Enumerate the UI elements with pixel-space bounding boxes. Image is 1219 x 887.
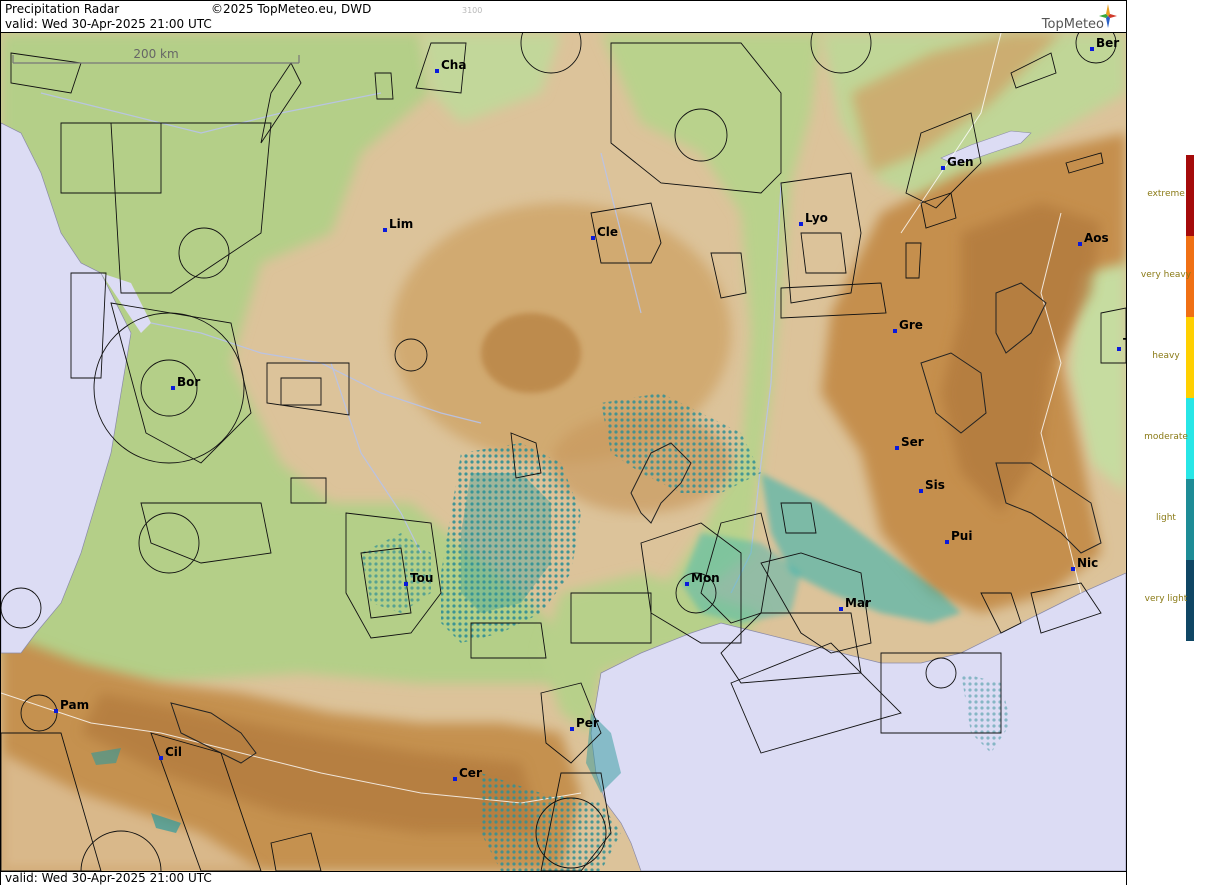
cantal-peak	[481, 313, 581, 393]
footer-valid-time: valid: Wed 30-Apr-2025 21:00 UTC	[5, 871, 212, 885]
city-label: Cle	[597, 225, 618, 239]
city-dot	[591, 236, 595, 240]
city-label: Per	[576, 716, 599, 730]
legend-label: moderate	[1144, 432, 1188, 442]
city-dot	[1071, 567, 1075, 571]
map-canvas: 200 km Cha Ber Gen Lim Cle Lyo Aos Gre T Bor Ser Si…	[1, 33, 1126, 871]
city-label: Lyo	[805, 211, 828, 225]
city-dot	[919, 489, 923, 493]
city-dot	[159, 756, 163, 760]
city-dot	[895, 446, 899, 450]
city-dot	[839, 607, 843, 611]
legend-label: heavy	[1152, 351, 1180, 361]
scale-label: 200 km	[133, 47, 178, 61]
map-header: Precipitation Radar ©2025 TopMeteo.eu, D…	[1, 1, 1126, 33]
logo-text: TopMeteo	[1041, 17, 1104, 32]
city-label: Sis	[925, 478, 945, 492]
city-label: Mar	[845, 596, 871, 610]
precipitation-legend: extreme very heavy heavy moderate light very …	[1128, 0, 1219, 887]
city-dot	[1117, 347, 1121, 351]
city-mon: Mon	[685, 571, 720, 586]
city-dot	[570, 727, 574, 731]
city-label: Ber	[1096, 36, 1119, 50]
city-dot	[1078, 242, 1082, 246]
copyright-text: ©2025 TopMeteo.eu, DWD	[211, 2, 372, 16]
legend-label: very heavy	[1140, 270, 1192, 280]
city-label: Pui	[951, 529, 972, 543]
city-label: Lim	[389, 217, 413, 231]
city-dot	[404, 582, 408, 586]
product-code: 3100	[462, 6, 483, 15]
product-title: Precipitation Radar	[5, 2, 120, 16]
city-dot	[453, 777, 457, 781]
city-label: Aos	[1084, 231, 1109, 245]
city-label: Gen	[947, 155, 974, 169]
radar-map[interactable]: 200 km Cha Ber Gen Lim Cle Lyo Aos Gre T Bor Ser Si…	[1, 33, 1126, 871]
city-dot	[945, 540, 949, 544]
city-label: Gre	[899, 318, 923, 332]
city-label: Mon	[691, 571, 720, 585]
city-dot	[685, 582, 689, 586]
city-dot	[171, 386, 175, 390]
map-footer: valid: Wed 30-Apr-2025 21:00 UTC	[1, 871, 1126, 885]
city-label: Nic	[1077, 556, 1098, 570]
city-label: Cil	[165, 745, 182, 759]
city-dot	[54, 709, 58, 713]
legend-label: very light	[1144, 594, 1188, 604]
city-label: Bor	[177, 375, 200, 389]
city-dot	[799, 222, 803, 226]
city-dot	[1090, 47, 1094, 51]
topmeteo-logo: TopMeteo	[1022, 3, 1118, 32]
legend-label: extreme	[1147, 189, 1185, 199]
city-dot	[383, 228, 387, 232]
city-label: Cer	[459, 766, 482, 780]
city-label: Ser	[901, 435, 924, 449]
compass-star-icon	[1099, 4, 1117, 28]
city-label: Cha	[441, 58, 466, 72]
valid-time: valid: Wed 30-Apr-2025 21:00 UTC	[5, 17, 212, 31]
city-dot	[893, 329, 897, 333]
city-label: Tou	[410, 571, 433, 585]
city-pam: Pam	[54, 698, 89, 713]
city-label: Pam	[60, 698, 89, 712]
legend-label: light	[1156, 513, 1176, 523]
city-dot	[435, 69, 439, 73]
city-dot	[941, 166, 945, 170]
city-label: T	[1123, 336, 1126, 350]
